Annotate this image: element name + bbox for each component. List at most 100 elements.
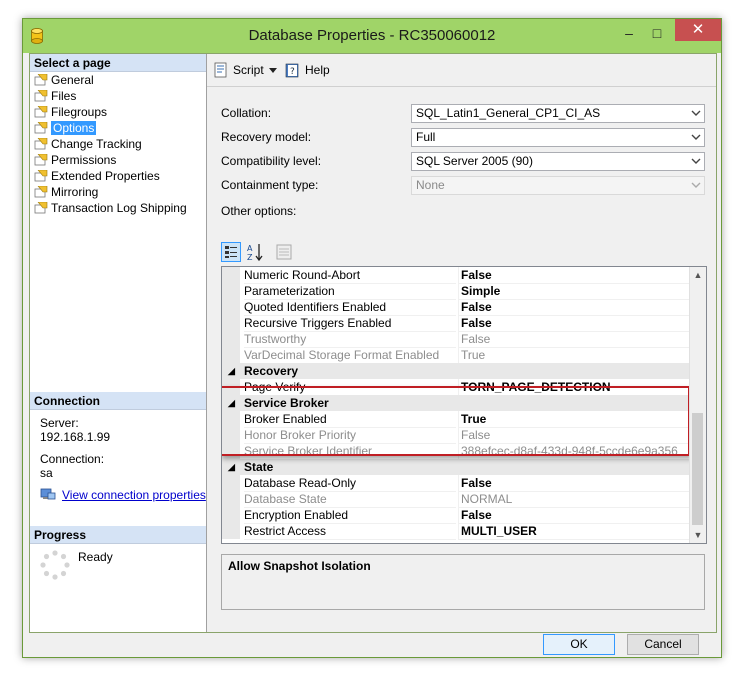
collation-value: SQL_Latin1_General_CP1_CI_AS xyxy=(416,106,601,120)
chevron-down-icon xyxy=(691,158,701,164)
minimize-button[interactable]: – xyxy=(615,23,643,45)
property-grid: Numeric Round-Abort False Parameterization… xyxy=(221,266,707,544)
help-button[interactable]: Help xyxy=(305,62,330,78)
property-value[interactable]: False xyxy=(458,475,693,492)
page-item-label: Options xyxy=(51,121,97,135)
grid-row-restrict-access[interactable]: Restrict Access MULTI_USER xyxy=(222,523,693,540)
dialog-footer: OK Cancel xyxy=(29,632,715,656)
script-icon xyxy=(214,62,227,78)
page-item-label: Change Tracking xyxy=(51,137,142,151)
script-button[interactable]: Script xyxy=(233,62,264,78)
compatibility-level-value: SQL Server 2005 (90) xyxy=(416,154,533,168)
scroll-up-icon[interactable]: ▲ xyxy=(690,267,706,283)
grid-row-database-read-only[interactable]: Database Read-Only False xyxy=(222,475,693,492)
row-margin xyxy=(222,267,240,283)
page-icon xyxy=(34,74,48,86)
property-value[interactable]: False xyxy=(458,299,693,316)
property-value[interactable]: False xyxy=(458,507,693,524)
description-panel: Allow Snapshot Isolation xyxy=(221,554,705,610)
grid-row-recursive-triggers-enabled[interactable]: Recursive Triggers Enabled False xyxy=(222,315,693,332)
ok-button[interactable]: OK xyxy=(543,634,615,655)
description-title: Allow Snapshot Isolation xyxy=(228,559,371,573)
page-item-filegroups[interactable]: Filegroups xyxy=(34,104,107,120)
collapse-triangle-icon[interactable]: ◢ xyxy=(228,459,235,475)
grid-row-database-state: Database State NORMAL xyxy=(222,491,693,508)
property-name: Parameterization xyxy=(244,283,456,300)
left-pane: Select a page General Files Filegroups Opti… xyxy=(30,54,207,632)
property-name: Recursive Triggers Enabled xyxy=(244,315,456,332)
svg-text:Z: Z xyxy=(247,253,253,262)
connection-value: sa xyxy=(40,466,53,480)
page-item-label: Files xyxy=(51,89,77,103)
collation-select[interactable]: SQL_Latin1_General_CP1_CI_AS xyxy=(411,104,705,123)
grid-row-numeric-round-abort[interactable]: Numeric Round-Abort False xyxy=(222,267,693,284)
row-margin xyxy=(222,491,240,507)
grid-category-state[interactable]: ◢ State xyxy=(222,459,690,475)
server-value: 192.168.1.99 xyxy=(40,430,111,444)
page-item-permissions[interactable]: Permissions xyxy=(34,152,116,168)
help-icon: ? xyxy=(285,63,299,78)
property-name: Encryption Enabled xyxy=(244,507,456,524)
cancel-button[interactable]: Cancel xyxy=(627,634,699,655)
page-item-label: Filegroups xyxy=(51,105,108,119)
page-item-label: General xyxy=(51,73,94,87)
property-value[interactable]: False xyxy=(458,315,693,332)
page-icon xyxy=(34,122,48,134)
row-margin xyxy=(222,523,240,539)
page-item-label: Mirroring xyxy=(51,185,99,199)
categorized-icon[interactable] xyxy=(221,242,241,262)
category-name: Recovery xyxy=(244,364,299,378)
maximize-button[interactable]: □ xyxy=(643,23,671,45)
other-options-label: Other options: xyxy=(221,204,297,218)
property-value[interactable]: Simple xyxy=(458,283,693,300)
service-broker-highlight xyxy=(222,386,690,456)
close-button[interactable]: ✕ xyxy=(675,19,721,41)
page-icon xyxy=(34,154,48,166)
progress-spinner-icon xyxy=(40,550,70,580)
containment-type-label: Containment type: xyxy=(221,178,319,192)
recovery-model-select[interactable]: Full xyxy=(411,128,705,147)
page-item-options[interactable]: Options xyxy=(34,120,97,136)
page-icon xyxy=(34,90,48,102)
page-item-mirroring[interactable]: Mirroring xyxy=(34,184,98,200)
sort-alphabetical-icon[interactable]: A Z xyxy=(245,242,265,262)
scroll-thumb[interactable] xyxy=(692,413,703,525)
chevron-down-icon xyxy=(691,134,701,140)
vertical-scrollbar[interactable]: ▲ ▼ xyxy=(689,267,706,543)
page-item-general[interactable]: General xyxy=(34,72,94,88)
page-item-files[interactable]: Files xyxy=(34,88,76,104)
recovery-model-value: Full xyxy=(416,130,436,144)
row-margin xyxy=(222,315,240,331)
svg-text:?: ? xyxy=(290,67,295,77)
connection-header: Connection xyxy=(30,392,206,410)
page-item-label: Transaction Log Shipping xyxy=(51,201,187,215)
collapse-triangle-icon[interactable]: ◢ xyxy=(228,363,235,379)
row-margin xyxy=(222,507,240,523)
chevron-down-icon xyxy=(691,110,701,116)
page-item-transaction-log-shipping[interactable]: Transaction Log Shipping xyxy=(34,200,187,216)
property-value[interactable]: False xyxy=(458,267,693,284)
progress-status: Ready xyxy=(78,550,113,564)
row-margin xyxy=(222,347,240,363)
chevron-down-icon xyxy=(691,182,701,188)
scroll-down-icon[interactable]: ▼ xyxy=(690,527,706,543)
property-name: Quoted Identifiers Enabled xyxy=(244,299,456,316)
title-bar[interactable]: Database Properties - RC350060012 – □ ✕ xyxy=(23,19,721,53)
recovery-model-label: Recovery model: xyxy=(221,130,312,144)
page-item-extended-properties[interactable]: Extended Properties xyxy=(34,168,160,184)
compatibility-level-select[interactable]: SQL Server 2005 (90) xyxy=(411,152,705,171)
grid-row-quoted-identifiers-enabled[interactable]: Quoted Identifiers Enabled False xyxy=(222,299,693,316)
property-name: Numeric Round-Abort xyxy=(244,267,456,284)
script-dropdown-icon[interactable] xyxy=(269,68,277,73)
page-item-change-tracking[interactable]: Change Tracking xyxy=(34,136,142,152)
view-connection-properties-link[interactable]: View connection properties xyxy=(62,488,206,502)
grid-row-encryption-enabled[interactable]: Encryption Enabled False xyxy=(222,507,693,524)
grid-row-parameterization[interactable]: Parameterization Simple xyxy=(222,283,693,300)
dialog-content: Select a page General Files Filegroups Opti… xyxy=(29,53,717,633)
grid-category-recovery[interactable]: ◢ Recovery xyxy=(222,363,690,379)
progress-header: Progress xyxy=(30,526,206,544)
containment-type-select: None xyxy=(411,176,705,195)
grid-row-vardecimal-storage-format-enabled: VarDecimal Storage Format Enabled True xyxy=(222,347,693,364)
property-value[interactable]: MULTI_USER xyxy=(458,523,693,540)
property-name: Database State xyxy=(244,491,456,508)
